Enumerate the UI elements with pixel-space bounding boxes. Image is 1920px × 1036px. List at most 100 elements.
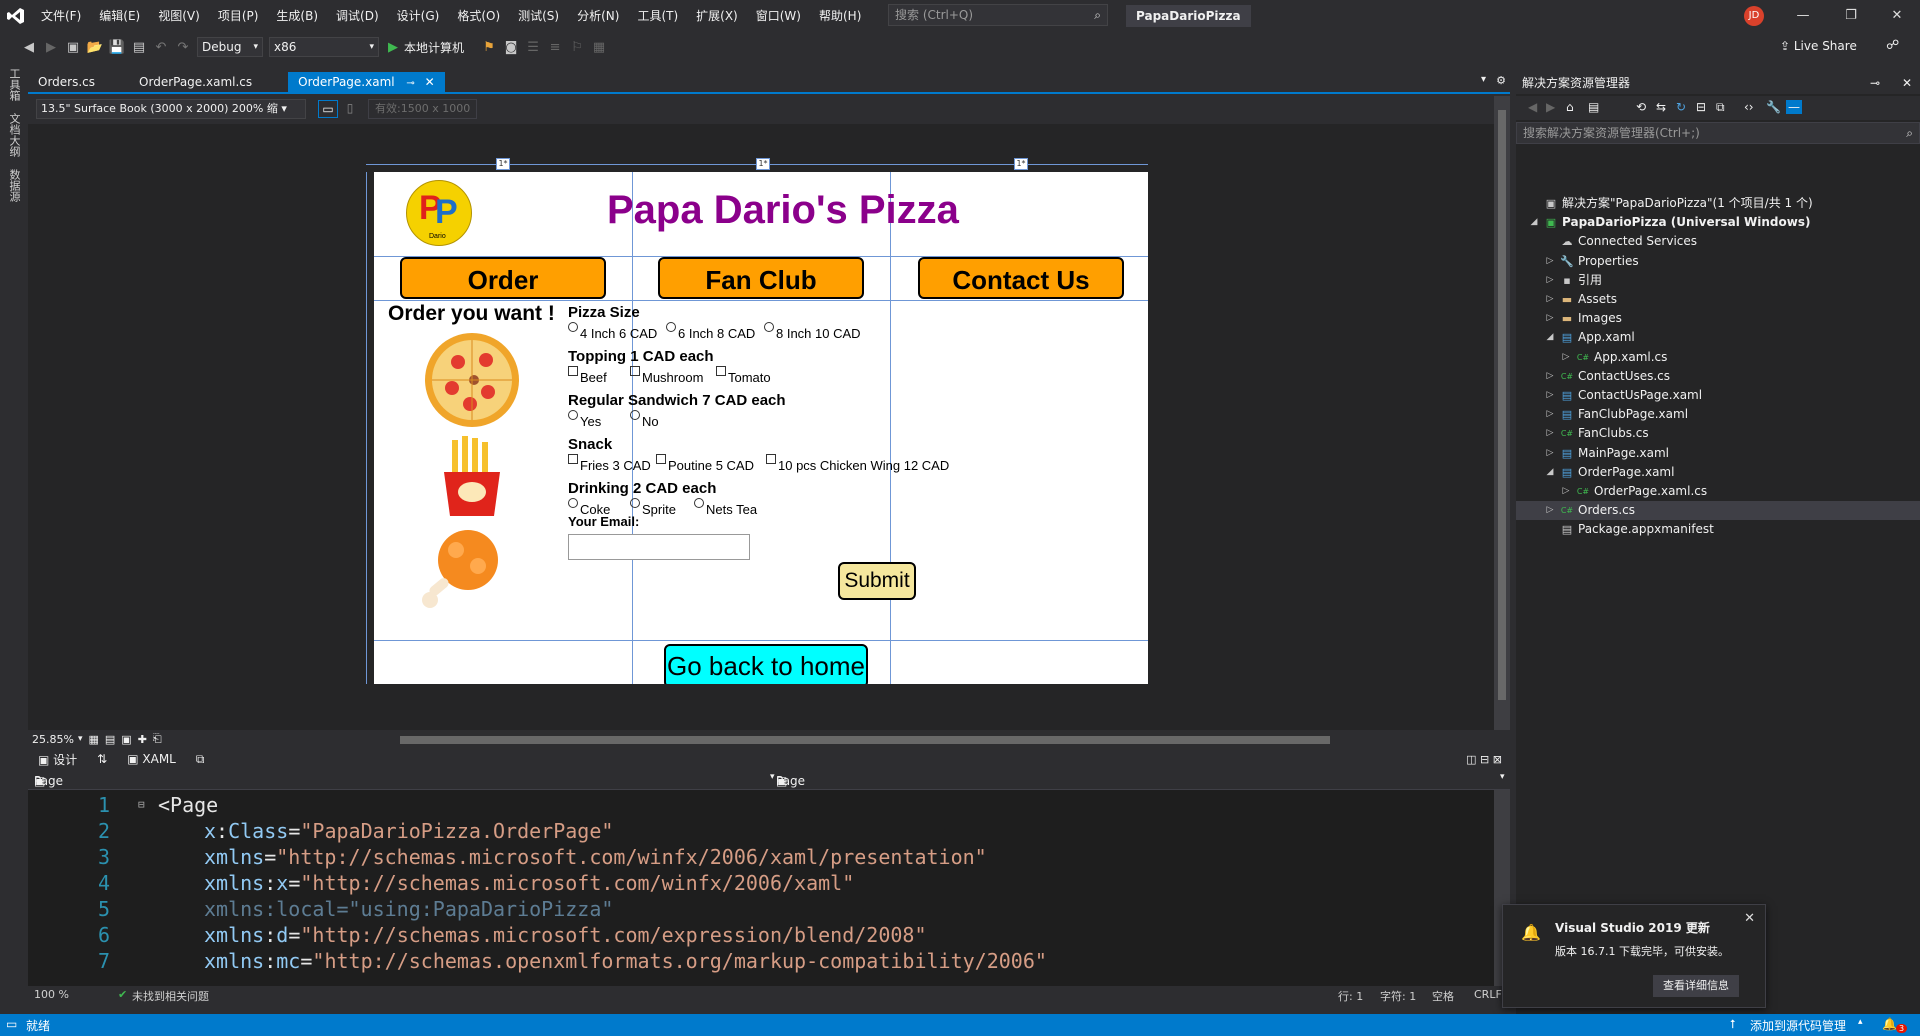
tab-dropdown-icon[interactable]: ▾	[1481, 74, 1486, 85]
data-sources-tab[interactable]: 数据源	[0, 163, 28, 208]
expand-icon[interactable]: ▷	[1544, 501, 1556, 520]
expand-icon[interactable]: ▷	[1544, 386, 1556, 405]
document-outline-tab[interactable]: 文档大纲	[0, 107, 28, 163]
collapse-icon[interactable]: ◢	[1544, 328, 1556, 347]
pin-icon[interactable]: ⊸	[1870, 72, 1880, 94]
view-details-button[interactable]: 查看详细信息	[1653, 975, 1739, 997]
new-project-icon[interactable]: ▣	[62, 40, 84, 55]
snack-checkbox[interactable]: 10 pcs Chicken Wing 12 CAD	[766, 454, 949, 473]
artboard-icon[interactable]: ▣	[121, 733, 131, 746]
chevron-up-icon[interactable]: ▴	[1858, 1017, 1863, 1027]
tree-item[interactable]: ▤ Package.appxmanifest	[1516, 520, 1920, 539]
gear-icon[interactable]: ⚙	[1496, 74, 1506, 87]
add-source-control-button[interactable]: 添加到源代码管理	[1750, 1017, 1846, 1034]
sync-icon[interactable]: ⇆	[1656, 100, 1666, 114]
undo-icon[interactable]: ↶	[150, 40, 172, 55]
whitespace-mode[interactable]: 空格	[1432, 988, 1454, 1004]
designer-vertical-scrollbar[interactable]	[1494, 96, 1510, 730]
expand-icon[interactable]: ▷	[1544, 367, 1556, 386]
order-button[interactable]: Order	[400, 257, 606, 299]
expand-icon[interactable]: ▷	[1544, 290, 1556, 309]
collapse-all-icon[interactable]: ⊟	[1696, 100, 1706, 114]
save-icon[interactable]: 💾	[106, 40, 128, 55]
save-all-icon[interactable]: ▤	[128, 40, 150, 55]
expand-icon[interactable]: ▷	[1560, 348, 1572, 367]
tree-item[interactable]: ▷ C# Orders.cs	[1516, 501, 1920, 521]
menu-item[interactable]: 工具(T)	[628, 0, 687, 32]
tree-item[interactable]: ▷ ▪ 引用	[1516, 271, 1920, 290]
code-view-icon[interactable]: ‹›	[1744, 100, 1754, 114]
tree-item[interactable]: ▷ C# App.xaml.cs	[1516, 348, 1920, 367]
collapse-icon[interactable]: ◢	[1544, 463, 1556, 482]
close-icon[interactable]: ✕	[1902, 72, 1912, 94]
bookmark-icon[interactable]: ⚐	[566, 40, 588, 55]
column-size-mark[interactable]: 1*	[496, 158, 510, 170]
format-icon[interactable]: ≡	[544, 40, 566, 55]
snap-lines-icon[interactable]: ✚	[138, 733, 147, 746]
tree-item[interactable]: ▣ 解决方案"PapaDarioPizza"(1 个项目/共 1 个)	[1516, 194, 1920, 213]
issues-status[interactable]: 未找到相关问题	[132, 988, 209, 1004]
expand-icon[interactable]: ▷	[1544, 309, 1556, 328]
landscape-icon[interactable]: ▭	[318, 100, 338, 118]
contact-us-button[interactable]: Contact Us	[918, 257, 1124, 299]
tab-orderpage-xaml[interactable]: OrderPage.xaml ⊸ ✕	[288, 72, 445, 92]
tab-orders-cs[interactable]: Orders.cs	[28, 72, 105, 92]
tree-item[interactable]: ◢ ▤ OrderPage.xaml	[1516, 463, 1920, 482]
close-icon[interactable]: ✕	[1744, 911, 1755, 926]
scroll-thumb[interactable]	[1498, 110, 1506, 700]
tab-orderpage-xaml-cs[interactable]: OrderPage.xaml.cs	[129, 72, 262, 92]
editor-zoom[interactable]: 100 %	[34, 988, 69, 1001]
topping-checkbox[interactable]: Beef	[568, 366, 607, 385]
menu-item[interactable]: 生成(B)	[267, 0, 327, 32]
wrench-icon[interactable]: 🔧	[1766, 100, 1781, 114]
tree-item[interactable]: ▷ C# OrderPage.xaml.cs	[1516, 482, 1920, 501]
back-icon[interactable]: ◀	[18, 40, 40, 55]
portrait-icon[interactable]: ▯	[342, 100, 358, 118]
swap-panes-icon[interactable]: ⇅	[87, 752, 117, 766]
notification-bell-icon[interactable]: 🔔	[1882, 1017, 1897, 1031]
chevron-down-icon[interactable]: ▾	[78, 734, 83, 744]
menu-item[interactable]: 调试(D)	[327, 0, 388, 32]
feedback-icon[interactable]: ☍	[1886, 38, 1899, 53]
email-field[interactable]	[568, 534, 750, 560]
menu-item[interactable]: 视图(V)	[149, 0, 209, 32]
pizza-size-radio[interactable]: 4 Inch 6 CAD	[568, 322, 657, 341]
column-size-mark[interactable]: 1*	[1014, 158, 1028, 170]
tree-item[interactable]: ◢ ▤ App.xaml	[1516, 328, 1920, 347]
menu-item[interactable]: 编辑(E)	[90, 0, 149, 32]
tree-item[interactable]: ☁ Connected Services	[1516, 232, 1920, 251]
line-ending[interactable]: CRLF	[1474, 988, 1502, 1001]
forward-icon[interactable]: ▶	[1546, 100, 1555, 114]
menu-item[interactable]: 分析(N)	[568, 0, 628, 32]
home-icon[interactable]: ⌂	[1566, 100, 1574, 114]
platform-select[interactable]: x86 ▾	[269, 37, 379, 57]
menu-item[interactable]: 测试(S)	[509, 0, 568, 32]
snack-checkbox[interactable]: Fries 3 CAD	[568, 454, 651, 473]
go-home-button[interactable]: Go back to home	[664, 644, 868, 684]
tree-item[interactable]: ▷ ▬ Assets	[1516, 290, 1920, 309]
run-icon[interactable]: ▶	[382, 40, 404, 55]
user-avatar[interactable]: JD	[1744, 6, 1764, 26]
topping-checkbox[interactable]: Tomato	[716, 366, 771, 385]
submit-button[interactable]: Submit	[838, 562, 916, 600]
tree-item[interactable]: ◢ ▣ PapaDarioPizza (Universal Windows)	[1516, 213, 1920, 232]
grid-icon[interactable]: ▦	[88, 733, 98, 746]
design-tab[interactable]: ▣ 设计	[28, 751, 87, 768]
expand-icon[interactable]: ▷	[1544, 444, 1556, 463]
xaml-code-editor[interactable]: ⊟ 1 <Page 2 x:Class="PapaDarioPizza.OrderPa…	[28, 790, 1494, 986]
expand-icon[interactable]: ▷	[1560, 482, 1572, 501]
restore-icon[interactable]: ❐	[1828, 0, 1874, 32]
solution-search-input[interactable]: 搜索解决方案资源管理器(Ctrl+;) ⌕	[1516, 122, 1920, 144]
expand-icon[interactable]: ▷	[1544, 271, 1556, 290]
tree-item[interactable]: ▷ C# FanClubs.cs	[1516, 424, 1920, 443]
drink-radio[interactable]: Nets Tea	[694, 498, 757, 517]
global-search-input[interactable]: 搜索 (Ctrl+Q) ⌕	[888, 4, 1108, 26]
split-layout-icon[interactable]: ◫ ⊟ ⊠	[1466, 753, 1502, 766]
menu-item[interactable]: 窗口(W)	[747, 0, 810, 32]
configuration-select[interactable]: Debug ▾	[197, 37, 263, 57]
menu-item[interactable]: 项目(P)	[209, 0, 268, 32]
align-icon[interactable]: ☰	[522, 40, 544, 55]
switch-views-icon[interactable]: ▤	[1588, 100, 1599, 114]
minimize-icon[interactable]: —	[1780, 0, 1826, 32]
menu-item[interactable]: 设计(G)	[388, 0, 449, 32]
